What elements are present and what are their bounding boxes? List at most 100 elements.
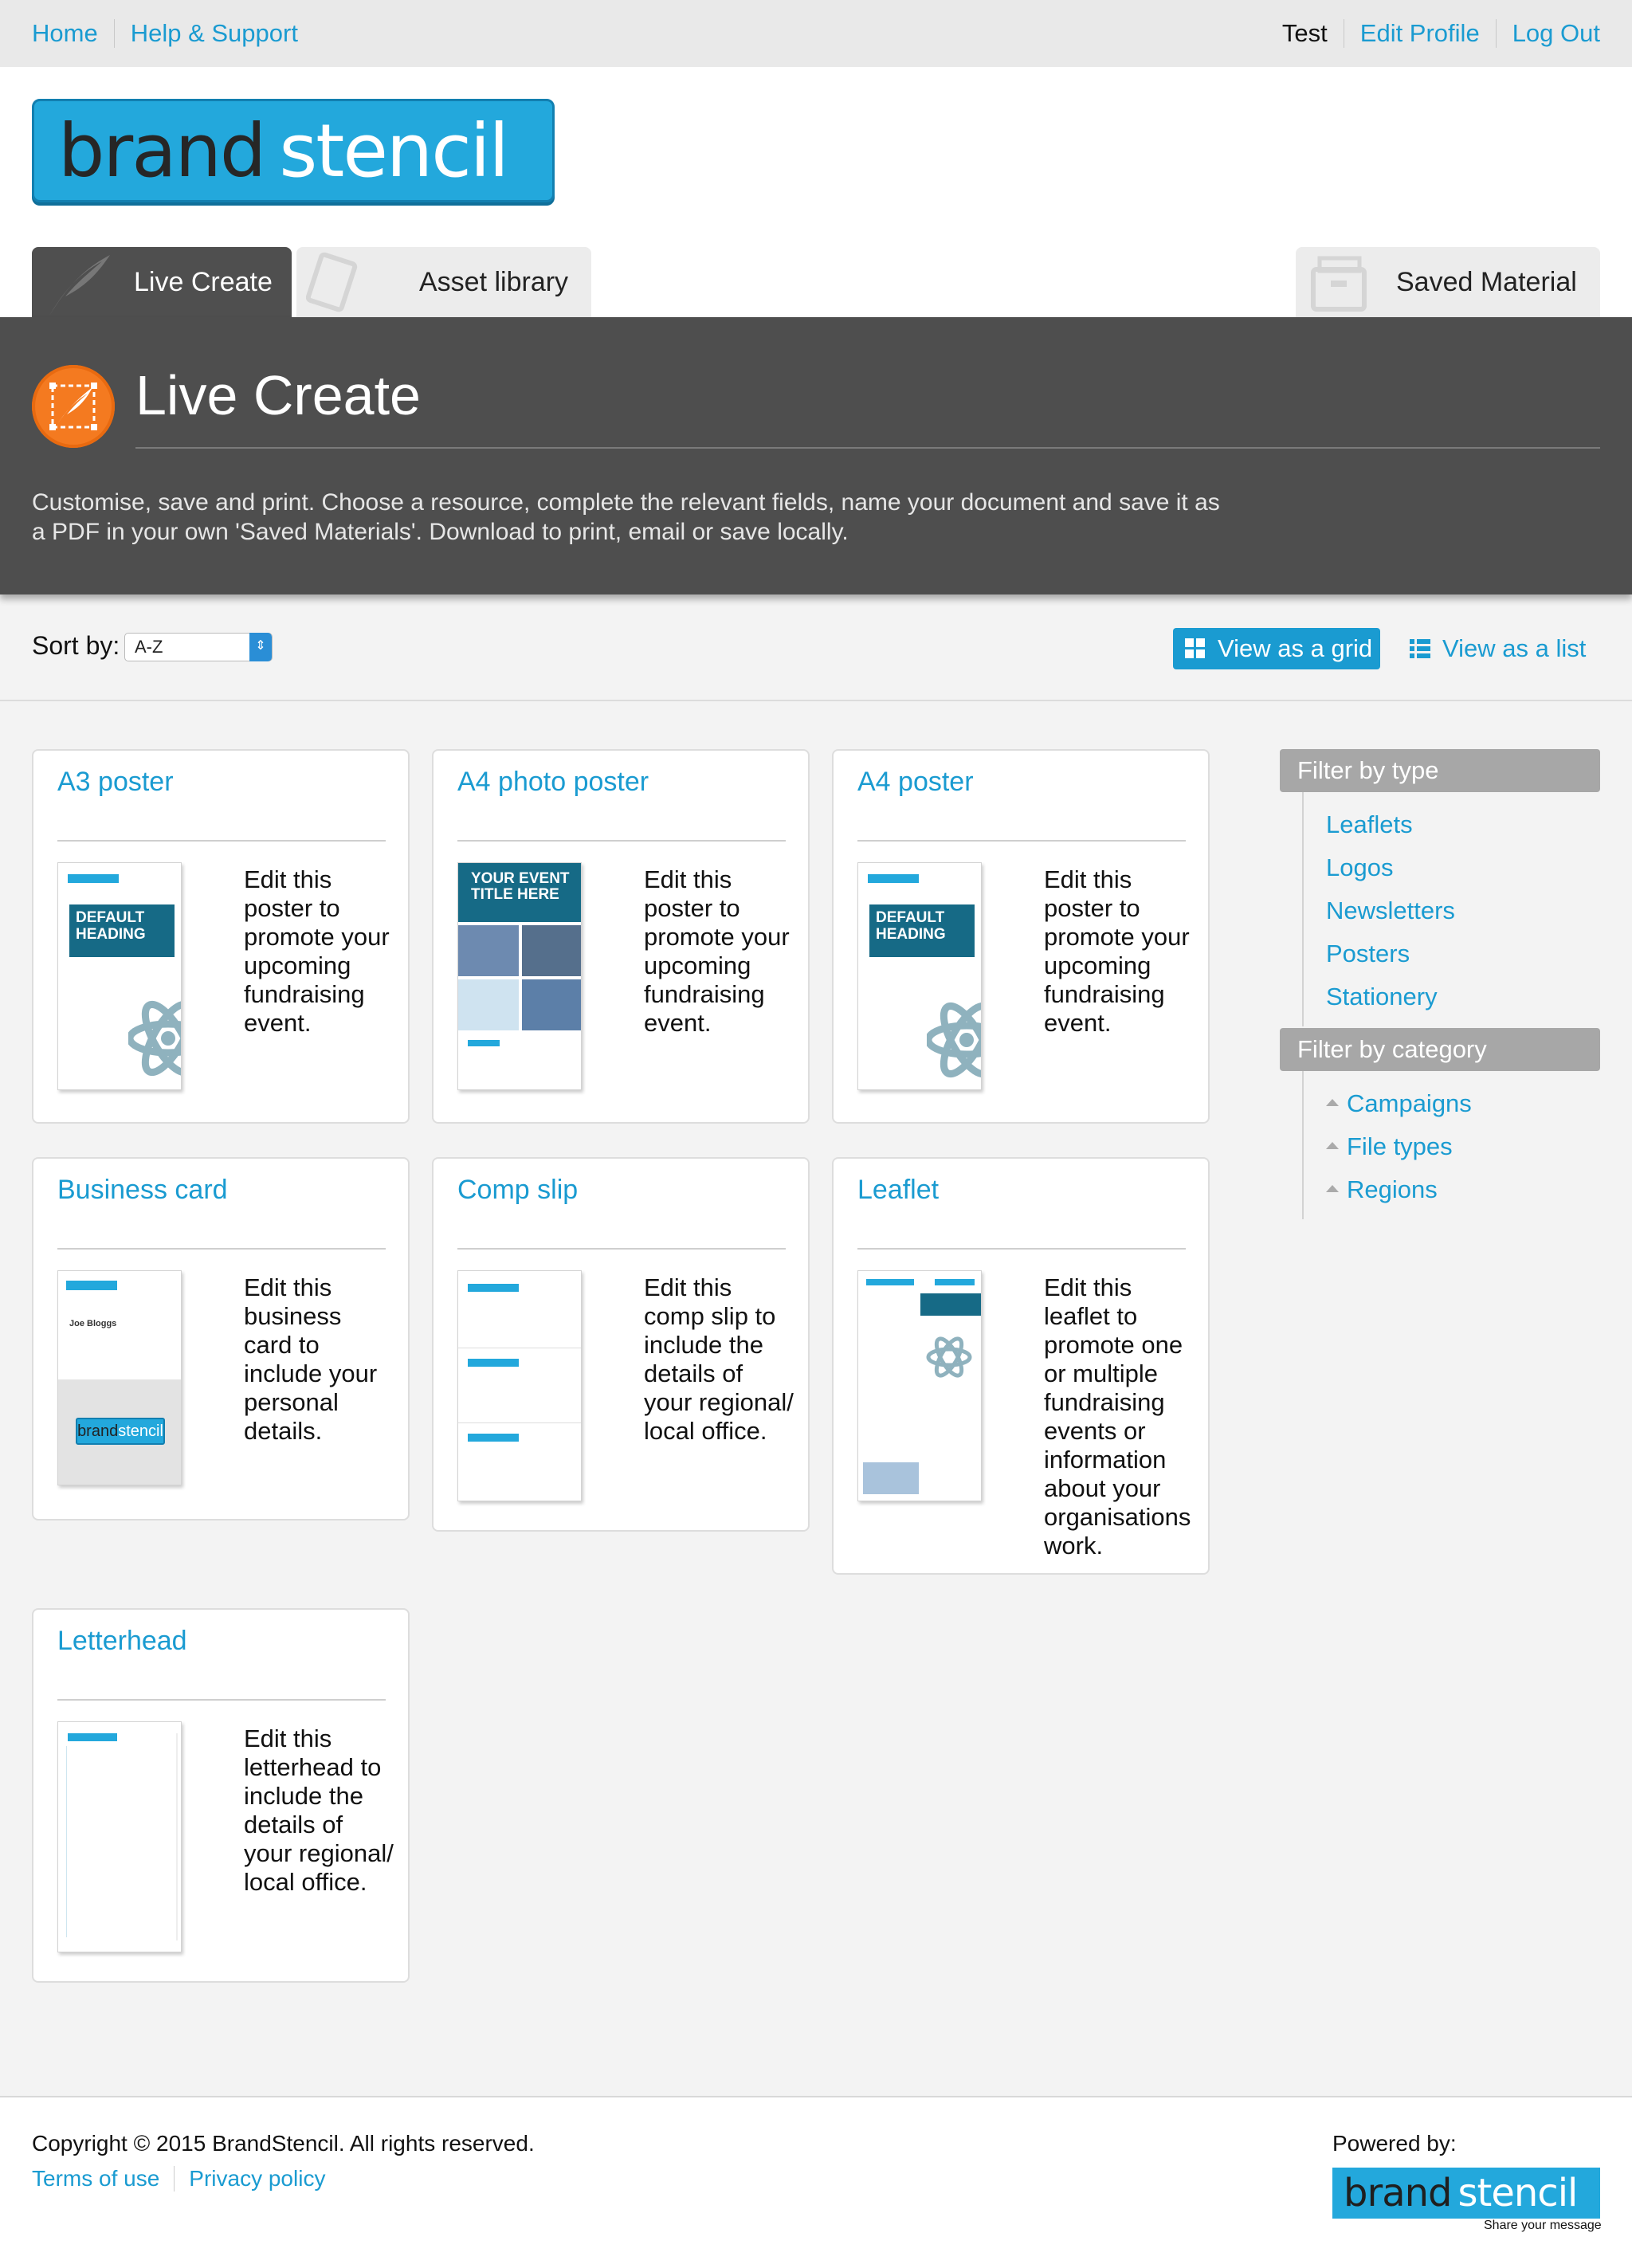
card-divider — [857, 840, 1186, 842]
privacy-policy-link[interactable]: Privacy policy — [174, 2166, 339, 2191]
card-title[interactable]: A3 poster — [57, 767, 174, 798]
card-title[interactable]: A4 photo poster — [457, 767, 649, 798]
thumb-heading: YOUR EVENT TITLE HERE — [458, 863, 581, 922]
card-description: Edit this leaflet to promote one or mult… — [1044, 1273, 1191, 1560]
sort-selected-value: A-Z — [135, 637, 163, 657]
filter-sidebar: Filter by type Leaflets Logos Newsletter… — [1280, 749, 1600, 1219]
template-card-a3-poster[interactable]: A3 poster DEFAULT HEADING Edit this post… — [32, 749, 410, 1124]
card-thumbnail[interactable]: Joe Bloggs brandstencil — [57, 1270, 182, 1485]
card-divider — [457, 1248, 786, 1250]
logo-text-stencil: stencil — [279, 108, 509, 194]
feather-icon — [49, 255, 110, 316]
top-nav-left: Home Help & Support — [32, 0, 314, 67]
thumb-logo — [868, 874, 919, 883]
expand-triangle-icon — [1326, 1142, 1339, 1150]
footer-links: Terms of use Privacy policy — [32, 2166, 339, 2191]
card-description: Edit this comp slip to include the detai… — [644, 1273, 794, 1445]
title-divider — [135, 447, 1600, 449]
tab-live-create-label: Live Create — [134, 266, 273, 297]
template-card-comp-slip[interactable]: Comp slip Edit this comp slip to include… — [432, 1157, 810, 1532]
filter-type-heading: Filter by type — [1280, 749, 1600, 792]
logout-link[interactable]: Log Out — [1495, 19, 1600, 48]
terms-of-use-link[interactable]: Terms of use — [32, 2166, 174, 2191]
list-icon — [1410, 639, 1430, 658]
card-thumbnail[interactable]: DEFAULT HEADING — [857, 862, 982, 1090]
tab-asset-library-label: Asset library — [419, 266, 569, 297]
filter-type-item[interactable]: Logos — [1304, 846, 1600, 889]
top-nav-right: Test Edit Profile Log Out — [1282, 0, 1600, 67]
top-nav-bar: Home Help & Support Test Edit Profile Lo… — [0, 0, 1632, 67]
atom-graphic — [926, 1336, 972, 1378]
card-thumbnail[interactable] — [457, 1270, 582, 1501]
expand-triangle-icon — [1326, 1099, 1339, 1107]
thumb-heading: DEFAULT HEADING — [69, 904, 175, 957]
page-title: Live Create — [135, 364, 421, 426]
view-grid-label: View as a grid — [1218, 634, 1373, 662]
template-card-letterhead[interactable]: Letterhead Edit this letterhead to inclu… — [32, 1608, 410, 1983]
card-thumbnail[interactable] — [857, 1270, 982, 1501]
card-title[interactable]: Comp slip — [457, 1175, 578, 1206]
thumb-logo: brandstencil — [76, 1418, 165, 1445]
card-title[interactable]: A4 poster — [857, 767, 974, 798]
atom-graphic — [128, 1000, 181, 1077]
copyright-text: Copyright © 2015 BrandStencil. All right… — [32, 2131, 535, 2156]
card-divider — [457, 840, 786, 842]
sort-select[interactable]: A-Z ⇕ — [124, 633, 273, 661]
document-stack-icon — [306, 252, 358, 312]
card-description: Edit this poster to promote your upcomin… — [1044, 865, 1190, 1037]
thumb-photo-collage — [458, 925, 581, 1030]
footer-brand-logo[interactable]: brand stencil — [1332, 2168, 1600, 2219]
card-divider — [57, 1248, 386, 1250]
help-support-link[interactable]: Help & Support — [113, 19, 314, 48]
sort-toolbar: Sort by: A-Z ⇕ View as a grid View as a … — [0, 594, 1632, 701]
card-title[interactable]: Letterhead — [57, 1626, 187, 1657]
thumb-logo — [68, 874, 119, 883]
edit-profile-link[interactable]: Edit Profile — [1343, 19, 1496, 48]
card-thumbnail[interactable]: YOUR EVENT TITLE HERE — [457, 862, 582, 1090]
card-divider — [857, 1248, 1186, 1250]
select-arrows-icon: ⇕ — [249, 633, 272, 661]
template-card-a4-poster[interactable]: A4 poster DEFAULT HEADING Edit this post… — [832, 749, 1210, 1124]
tab-live-create[interactable]: Live Create — [32, 247, 292, 317]
footer: Copyright © 2015 BrandStencil. All right… — [0, 2096, 1632, 2268]
home-link[interactable]: Home — [32, 19, 114, 48]
live-create-icon — [32, 365, 115, 448]
filter-type-item[interactable]: Leaflets — [1304, 803, 1600, 846]
main-tabs: Live Create Asset library Saved Material — [32, 247, 1600, 317]
powered-by-label: Powered by: — [1332, 2131, 1457, 2156]
filter-type-item[interactable]: Posters — [1304, 932, 1600, 975]
card-thumbnail[interactable] — [57, 1721, 182, 1952]
template-card-a4-photo-poster[interactable]: A4 photo poster YOUR EVENT TITLE HERE Ed… — [432, 749, 810, 1124]
page-description: Customise, save and print. Choose a reso… — [32, 489, 1220, 545]
tab-asset-library[interactable]: Asset library — [296, 247, 591, 317]
card-thumbnail[interactable]: DEFAULT HEADING — [57, 862, 182, 1090]
card-description: Edit this letterhead to include the deta… — [244, 1725, 394, 1896]
tab-saved-material[interactable]: Saved Material — [1296, 247, 1600, 317]
thumb-name: Joe Bloggs — [69, 1319, 117, 1328]
filter-type-item[interactable]: Newsletters — [1304, 889, 1600, 932]
filter-category-item[interactable]: File types — [1304, 1125, 1600, 1168]
filter-type-item[interactable]: Stationery — [1304, 975, 1600, 1018]
card-title[interactable]: Leaflet — [857, 1175, 939, 1206]
card-title[interactable]: Business card — [57, 1175, 228, 1206]
view-grid-button[interactable]: View as a grid — [1173, 628, 1380, 669]
card-divider — [57, 1699, 386, 1701]
filter-category-item[interactable]: Campaigns — [1304, 1082, 1600, 1125]
filter-category-item[interactable]: Regions — [1304, 1168, 1600, 1211]
template-card-business-card[interactable]: Business card Joe Bloggs brandstencil Ed… — [32, 1157, 410, 1521]
view-list-button[interactable]: View as a list — [1409, 628, 1608, 669]
card-description: Edit this poster to promote your upcomin… — [644, 865, 790, 1037]
page-banner: Live Create Customise, save and print. C… — [0, 317, 1632, 594]
logo-text-brand: brand — [58, 108, 266, 194]
username: Test — [1281, 19, 1328, 47]
filter-category-heading: Filter by category — [1280, 1028, 1600, 1071]
folder-box-icon — [1311, 256, 1367, 312]
tab-saved-material-label: Saved Material — [1396, 266, 1577, 297]
thumb-heading: DEFAULT HEADING — [869, 904, 975, 957]
card-description: Edit this poster to promote your upcomin… — [244, 865, 390, 1037]
template-card-leaflet[interactable]: Leaflet Edit this leaflet to promote one… — [832, 1157, 1210, 1575]
brand-logo[interactable]: brand stencil — [32, 99, 555, 202]
view-list-label: View as a list — [1442, 634, 1587, 662]
sort-label: Sort by: — [32, 631, 120, 660]
filter-type-list: Leaflets Logos Newsletters Posters Stati… — [1302, 792, 1600, 1026]
